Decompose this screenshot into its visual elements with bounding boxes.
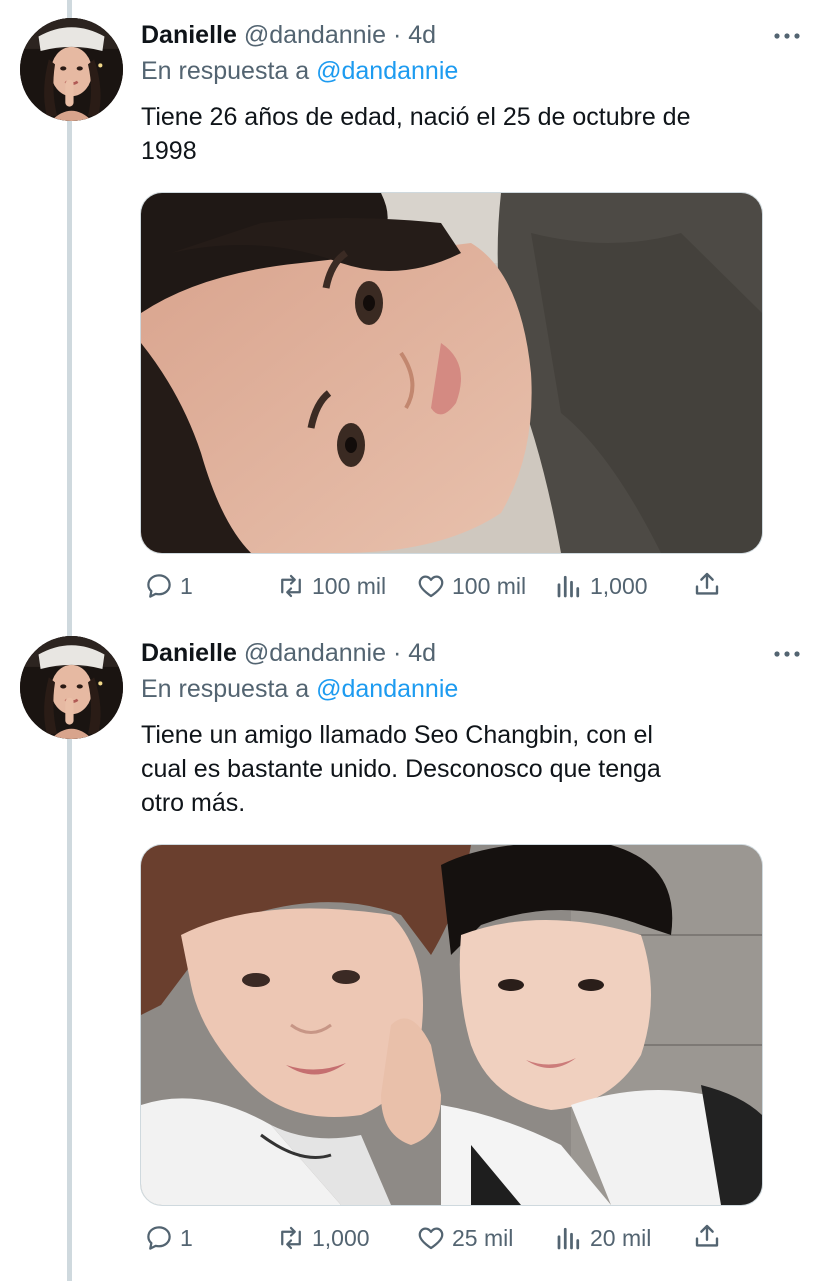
- tweet-text-content: Tiene 26 años de edad, nació el 25 de oc…: [141, 103, 691, 165]
- like-count: 100 mil: [452, 572, 527, 599]
- heart-icon: [416, 571, 446, 601]
- reply-count: 1: [180, 1224, 193, 1251]
- tweet-photo[interactable]: [140, 192, 763, 554]
- like-button[interactable]: 100 mil: [416, 566, 526, 606]
- tweet-text: Tiene 26 años de edad, nació el 25 de oc…: [141, 100, 806, 168]
- retweet-count: 100 mil: [312, 572, 387, 599]
- views-count: 20 mil: [590, 1224, 652, 1251]
- share-button[interactable]: [692, 566, 724, 606]
- reply-prefix: En respuesta a: [141, 57, 310, 85]
- share-icon: [692, 1221, 722, 1256]
- more-icon[interactable]: [772, 644, 802, 664]
- views-button[interactable]: 20 mil: [554, 1218, 651, 1258]
- tweet-text-content: Tiene un amigo llamado Seo Changbin, con…: [141, 721, 661, 817]
- tweet-actions: 1 100 mil 100 mil 1,000: [140, 566, 760, 606]
- tweet-text: Tiene un amigo llamado Seo Changbin, con…: [141, 718, 806, 820]
- reply-mention[interactable]: @dandannie: [316, 675, 458, 703]
- share-icon: [692, 569, 722, 604]
- reply-count: 1: [180, 572, 193, 599]
- views-count: 1,000: [590, 572, 648, 599]
- like-count: 25 mil: [452, 1224, 514, 1251]
- share-button[interactable]: [692, 1218, 724, 1258]
- bar-chart-icon: [554, 571, 584, 601]
- like-button[interactable]: 25 mil: [416, 1218, 513, 1258]
- retweet-button[interactable]: 1,000: [276, 1218, 370, 1258]
- retweet-button[interactable]: 100 mil: [276, 566, 386, 606]
- comment-icon: [144, 1223, 174, 1253]
- retweet-icon: [276, 1223, 306, 1253]
- author-handle[interactable]: @dandannie: [244, 21, 386, 49]
- author-handle[interactable]: @dandannie: [244, 639, 386, 667]
- avatar[interactable]: [20, 18, 123, 121]
- timestamp[interactable]: 4d: [408, 639, 436, 667]
- reply-prefix: En respuesta a: [141, 675, 310, 703]
- tweet-header: Danielle @dandannie · 4d: [141, 636, 436, 670]
- views-button[interactable]: 1,000: [554, 566, 648, 606]
- reply-button[interactable]: 1: [144, 1218, 193, 1258]
- reply-mention[interactable]: @dandannie: [316, 57, 458, 85]
- reply-context: En respuesta a @dandannie: [141, 672, 458, 706]
- heart-icon: [416, 1223, 446, 1253]
- separator: ·: [392, 21, 402, 49]
- author-name[interactable]: Danielle: [141, 21, 237, 49]
- retweet-count: 1,000: [312, 1224, 370, 1251]
- tweet-header: Danielle @dandannie · 4d: [141, 18, 436, 52]
- comment-icon: [144, 571, 174, 601]
- reply-context: En respuesta a @dandannie: [141, 54, 458, 88]
- author-name[interactable]: Danielle: [141, 639, 237, 667]
- reply-button[interactable]: 1: [144, 566, 193, 606]
- separator: ·: [392, 639, 402, 667]
- tweet-actions: 1 1,000 25 mil 20 mil: [140, 1218, 760, 1258]
- retweet-icon: [276, 571, 306, 601]
- tweet-photo[interactable]: [140, 844, 763, 1206]
- timestamp[interactable]: 4d: [408, 21, 436, 49]
- more-icon[interactable]: [772, 26, 802, 46]
- bar-chart-icon: [554, 1223, 584, 1253]
- avatar[interactable]: [20, 636, 123, 739]
